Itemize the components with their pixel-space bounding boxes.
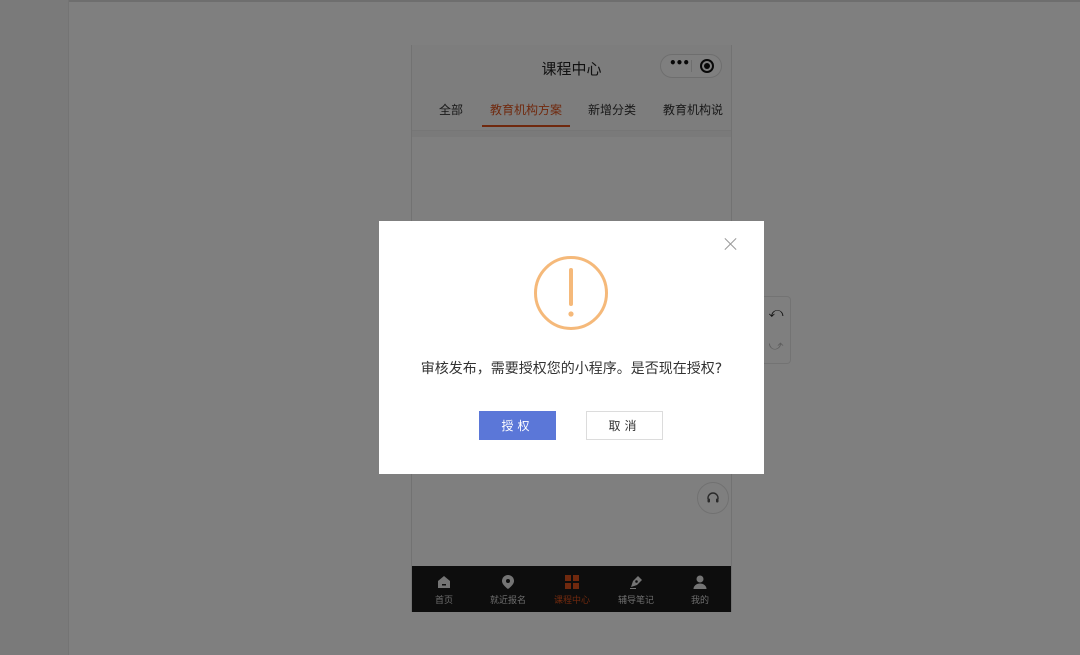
authorize-button[interactable]: 授权 bbox=[479, 411, 556, 440]
dialog-message: 审核发布，需要授权您的小程序。是否现在授权? bbox=[420, 361, 723, 377]
close-icon[interactable] bbox=[722, 235, 740, 253]
cancel-button[interactable]: 取消 bbox=[586, 411, 663, 440]
warning-icon bbox=[534, 256, 608, 330]
authorize-dialog: 审核发布，需要授权您的小程序。是否现在授权? 授权 取消 bbox=[379, 221, 764, 474]
